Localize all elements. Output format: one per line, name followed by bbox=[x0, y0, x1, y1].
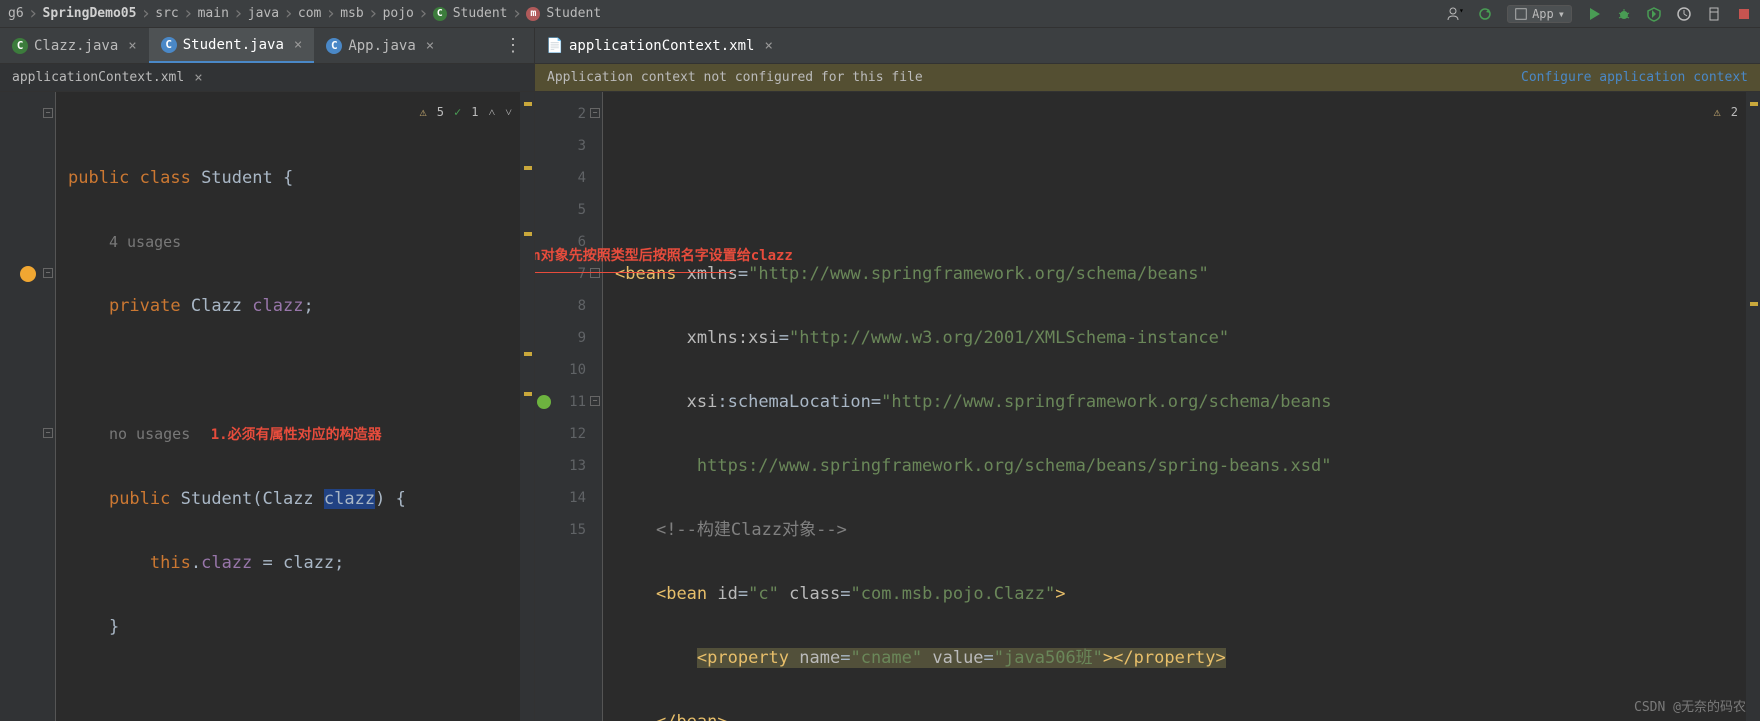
spring-icon[interactable] bbox=[537, 395, 551, 409]
inspection-widget[interactable]: ⚠ 5 ✓ 1 ˄ ˅ bbox=[420, 96, 513, 128]
tab-app[interactable]: C App.java × bbox=[314, 28, 446, 63]
run-icon[interactable] bbox=[1586, 6, 1602, 22]
user-add-icon[interactable]: ▾ bbox=[1447, 6, 1463, 22]
box-icon bbox=[1514, 7, 1528, 21]
left-code[interactable]: ⚠5 ✓1 ˄ ˅ public class Student { 4 usage… bbox=[56, 92, 520, 721]
java-class-icon: C bbox=[326, 38, 342, 54]
bc-sep: › bbox=[233, 5, 244, 23]
fold-icon[interactable]: − bbox=[590, 396, 600, 406]
fold-icon[interactable]: − bbox=[590, 108, 600, 118]
left-editor-pane: C Clazz.java × C Student.java × C App.ja… bbox=[0, 28, 535, 721]
bc-item[interactable]: Student bbox=[546, 6, 601, 21]
tab-student[interactable]: C Student.java × bbox=[149, 28, 315, 63]
usage-hint[interactable]: no usages bbox=[109, 425, 190, 443]
tab-label: Student.java bbox=[183, 37, 284, 53]
bc-item[interactable]: Student bbox=[453, 6, 508, 21]
debug-icon[interactable] bbox=[1616, 6, 1632, 22]
configure-context-link[interactable]: Configure application context bbox=[1521, 70, 1748, 85]
subtab-label: applicationContext.xml bbox=[12, 70, 184, 85]
left-marker-bar[interactable] bbox=[520, 92, 534, 721]
bc-sep: › bbox=[28, 5, 39, 23]
fold-icon[interactable]: − bbox=[43, 108, 53, 118]
tab-label: Clazz.java bbox=[34, 38, 118, 54]
tab-appcontext-xml[interactable]: 📄 applicationContext.xml × bbox=[535, 28, 785, 63]
tab-label: applicationContext.xml bbox=[569, 38, 754, 54]
tab-clazz[interactable]: C Clazz.java × bbox=[0, 28, 149, 63]
sync-icon[interactable] bbox=[1477, 6, 1493, 22]
bc-item[interactable]: pojo bbox=[383, 6, 414, 21]
left-tabs: C Clazz.java × C Student.java × C App.ja… bbox=[0, 28, 534, 64]
right-code[interactable]: ⚠2 将bean对象先按照类型后按照名字设置给clazz <beans xmln… bbox=[603, 92, 1746, 721]
toolbar-right: ▾ App ▾ bbox=[1447, 5, 1752, 23]
bc-item[interactable]: main bbox=[198, 6, 229, 21]
bc-item[interactable]: src bbox=[155, 6, 178, 21]
context-banner: Application context not configured for t… bbox=[535, 64, 1760, 92]
annotation-text: 将bean对象先按照类型后按照名字设置给clazz bbox=[535, 240, 793, 272]
nav-up-icon[interactable]: ˄ bbox=[488, 96, 495, 128]
bc-item[interactable]: java bbox=[248, 6, 279, 21]
watermark: CSDN @无奈的码农 bbox=[1634, 696, 1746, 715]
close-icon[interactable]: × bbox=[194, 70, 202, 86]
ok-count: 1 bbox=[471, 96, 478, 128]
warning-icon: ⚠ bbox=[1714, 96, 1721, 128]
warn-count: 5 bbox=[437, 96, 444, 128]
svg-text:▾: ▾ bbox=[1459, 6, 1463, 15]
bc-sep: › bbox=[325, 5, 336, 23]
class-icon: C bbox=[433, 7, 447, 21]
right-marker-bar[interactable] bbox=[1746, 92, 1760, 721]
bc-sep: › bbox=[368, 5, 379, 23]
breadcrumb: g6› SpringDemo05› src› main› java› com› … bbox=[8, 5, 1447, 23]
warn-count: 2 bbox=[1731, 96, 1738, 128]
attach-icon[interactable] bbox=[1706, 6, 1722, 22]
fold-icon[interactable]: − bbox=[43, 268, 53, 278]
close-icon[interactable]: × bbox=[764, 38, 772, 54]
method-icon: m bbox=[526, 7, 540, 21]
bc-sep: › bbox=[283, 5, 294, 23]
close-icon[interactable]: × bbox=[294, 37, 302, 53]
nav-down-icon[interactable]: ˅ bbox=[505, 96, 512, 128]
tab-label: App.java bbox=[348, 38, 415, 54]
annotation-text: 1.必须有属性对应的构造器 bbox=[211, 427, 382, 443]
close-icon[interactable]: × bbox=[128, 38, 136, 54]
warning-icon: ⚠ bbox=[420, 96, 427, 128]
top-toolbar: g6› SpringDemo05› src› main› java› com› … bbox=[0, 0, 1760, 28]
inspection-widget[interactable]: ⚠2 bbox=[1714, 96, 1738, 128]
coverage-icon[interactable] bbox=[1646, 6, 1662, 22]
bc-sep: › bbox=[183, 5, 194, 23]
arrow-line bbox=[535, 272, 733, 273]
left-subtabs: applicationContext.xml × bbox=[0, 64, 534, 92]
subtab-appcontext[interactable]: applicationContext.xml × bbox=[0, 70, 215, 86]
left-editor[interactable]: − − − ⚠ 5 ✓ 1 ˄ bbox=[0, 92, 534, 721]
close-icon[interactable]: × bbox=[426, 38, 434, 54]
bc-item[interactable]: msb bbox=[340, 6, 363, 21]
profile-icon[interactable] bbox=[1676, 6, 1692, 22]
run-config-name: App bbox=[1532, 7, 1554, 21]
xml-icon: 📄 bbox=[547, 38, 563, 54]
banner-text: Application context not configured for t… bbox=[547, 70, 923, 85]
bc-item[interactable]: SpringDemo05 bbox=[43, 6, 137, 21]
right-tabs: 📄 applicationContext.xml × bbox=[535, 28, 1760, 64]
bc-sep: › bbox=[140, 5, 151, 23]
more-tabs-icon[interactable]: ⋮ bbox=[492, 35, 534, 56]
run-config-selector[interactable]: App ▾ bbox=[1507, 5, 1572, 23]
right-editor-pane: 📄 applicationContext.xml × Application c… bbox=[535, 28, 1760, 721]
fold-icon[interactable]: − bbox=[43, 428, 53, 438]
java-class-icon: C bbox=[12, 38, 28, 54]
stop-icon[interactable] bbox=[1736, 6, 1752, 22]
dropdown-icon: ▾ bbox=[1558, 7, 1565, 21]
usage-hint[interactable]: 4 usages bbox=[109, 233, 181, 251]
intention-bulb-icon[interactable] bbox=[20, 266, 36, 282]
left-gutter: − − − bbox=[0, 92, 56, 721]
bc-sep: › bbox=[418, 5, 429, 23]
java-class-icon: C bbox=[161, 37, 177, 53]
right-gutter: 2− 3 4 5 6 7− 8 9 10 11− 12 13 14 15 bbox=[535, 92, 603, 721]
ok-icon: ✓ bbox=[454, 96, 461, 128]
bc-item[interactable]: com bbox=[298, 6, 321, 21]
bc-item[interactable]: g6 bbox=[8, 6, 24, 21]
bc-sep: › bbox=[512, 5, 523, 23]
right-editor[interactable]: 2− 3 4 5 6 7− 8 9 10 11− 12 13 14 15 ⚠2 … bbox=[535, 92, 1760, 721]
